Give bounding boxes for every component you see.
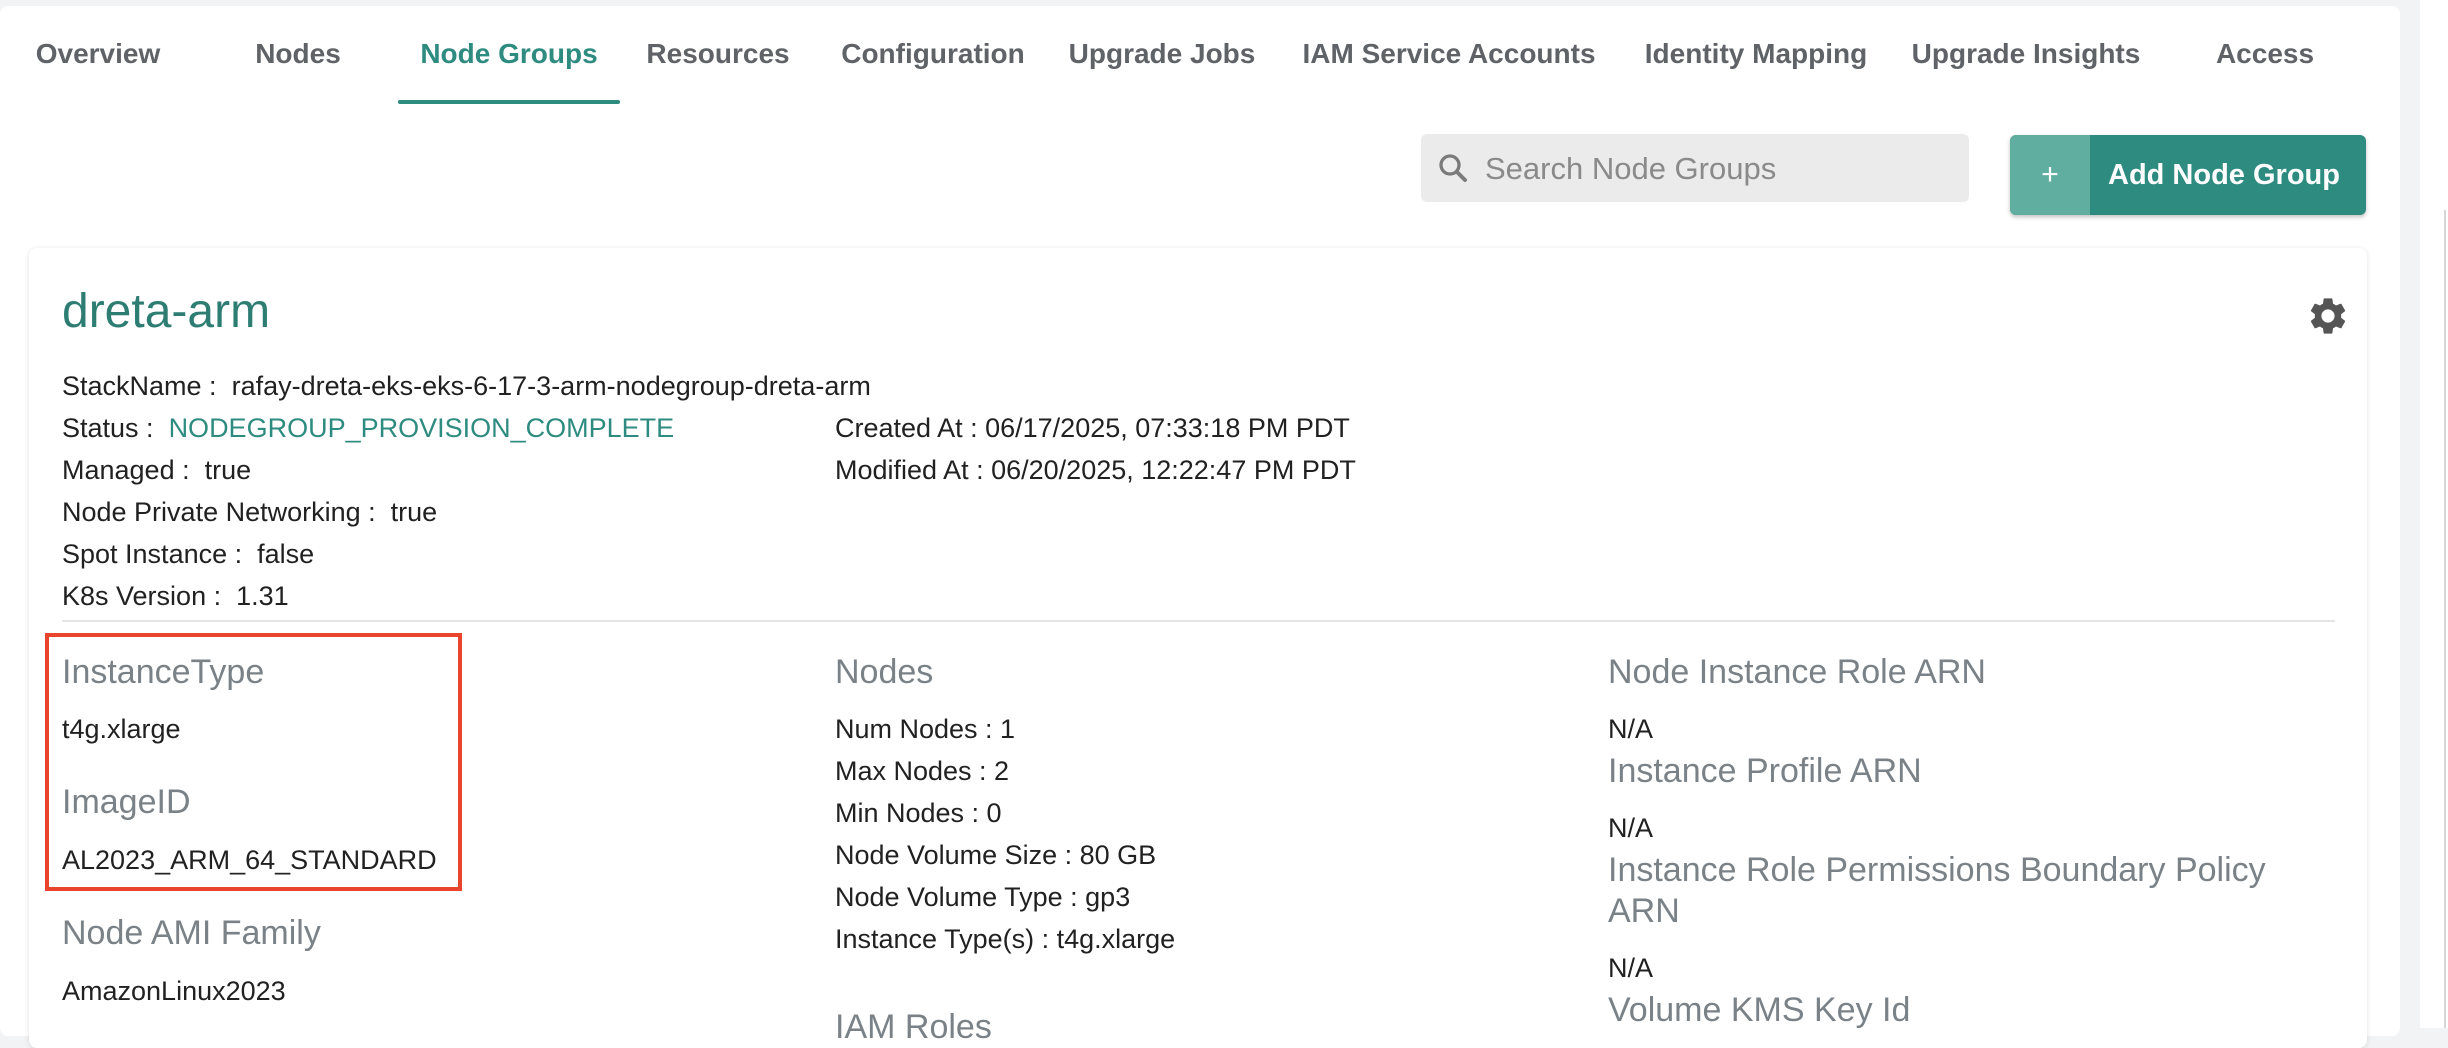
max-nodes: Max Nodes : 2 xyxy=(835,756,1010,786)
private-networking-label: Node Private Networking : xyxy=(62,497,376,527)
node-volume-size: Node Volume Size : 80 GB xyxy=(835,840,1157,870)
image-id-heading: ImageID xyxy=(62,783,191,821)
add-node-group-button[interactable]: + Add Node Group xyxy=(2010,135,2366,215)
search-box[interactable] xyxy=(1421,134,1969,204)
tab-node-groups[interactable]: Node Groups xyxy=(398,6,620,104)
spot-instance-value: false xyxy=(257,539,315,569)
tab-identity-mapping[interactable]: Identity Mapping xyxy=(1638,6,1874,102)
node-instance-role-arn-value: N/A xyxy=(1608,714,1654,744)
spot-instance-row: Spot Instance : false xyxy=(62,539,314,570)
scrollbar-track[interactable] xyxy=(2420,0,2448,1028)
permissions-boundary-value: N/A xyxy=(1608,953,1654,983)
gear-icon[interactable] xyxy=(2306,294,2350,338)
tab-iam-service-accounts[interactable]: IAM Service Accounts xyxy=(1298,6,1600,102)
tab-overview[interactable]: Overview xyxy=(20,6,176,102)
volume-kms-key-heading: Volume KMS Key Id xyxy=(1608,991,1911,1029)
add-node-group-label: Add Node Group xyxy=(2108,159,2340,191)
modified-at-value: 06/20/2025, 12:22:47 PM PDT xyxy=(991,455,1356,485)
permissions-boundary-heading-line2: ARN xyxy=(1608,892,1680,930)
node-volume-type: Node Volume Type : gp3 xyxy=(835,882,1131,912)
image-id-value: AL2023_ARM_64_STANDARD xyxy=(62,845,437,875)
k8s-version-row: K8s Version : 1.31 xyxy=(62,581,289,612)
tab-resources[interactable]: Resources xyxy=(640,6,796,102)
tab-upgrade-jobs[interactable]: Upgrade Jobs xyxy=(1064,6,1260,102)
stack-name-row: StackName : rafay-dreta-eks-eks-6-17-3-a… xyxy=(62,371,871,402)
spot-instance-label: Spot Instance : xyxy=(62,539,243,569)
search-icon xyxy=(1439,154,1467,182)
plus-icon: + xyxy=(2010,135,2090,215)
private-networking-row: Node Private Networking : true xyxy=(62,497,437,528)
created-at-value: 06/17/2025, 07:33:18 PM PDT xyxy=(985,413,1350,443)
nodegroup-name[interactable]: dreta-arm xyxy=(62,284,270,339)
permissions-boundary-heading-line1: Instance Role Permissions Boundary Polic… xyxy=(1608,851,2266,889)
status-value: NODEGROUP_PROVISION_COMPLETE xyxy=(168,413,675,443)
modified-at-row: Modified At : 06/20/2025, 12:22:47 PM PD… xyxy=(835,455,1356,486)
k8s-version-value: 1.31 xyxy=(236,581,289,611)
num-nodes: Num Nodes : 1 xyxy=(835,714,1016,744)
managed-label: Managed : xyxy=(62,455,190,485)
tab-configuration[interactable]: Configuration xyxy=(836,6,1030,102)
tab-nodes[interactable]: Nodes xyxy=(236,6,360,102)
managed-value: true xyxy=(204,455,252,485)
instance-types: Instance Type(s) : t4g.xlarge xyxy=(835,924,1176,954)
modified-at-label: Modified At : xyxy=(835,455,984,485)
tab-access[interactable]: Access xyxy=(2200,6,2330,102)
stack-name-value: rafay-dreta-eks-eks-6-17-3-arm-nodegroup… xyxy=(231,371,871,401)
instance-profile-arn-heading: Instance Profile ARN xyxy=(1608,752,1922,790)
tab-upgrade-insights[interactable]: Upgrade Insights xyxy=(1908,6,2144,102)
created-at-row: Created At : 06/17/2025, 07:33:18 PM PDT xyxy=(835,413,1350,444)
ami-family-heading: Node AMI Family xyxy=(62,914,321,952)
instance-type-value: t4g.xlarge xyxy=(62,714,181,744)
section-divider xyxy=(62,620,2335,622)
search-input[interactable] xyxy=(1483,134,1957,204)
status-row: Status : NODEGROUP_PROVISION_COMPLETE xyxy=(62,413,674,444)
managed-row: Managed : true xyxy=(62,455,251,486)
private-networking-value: true xyxy=(390,497,438,527)
ami-family-value: AmazonLinux2023 xyxy=(62,976,286,1006)
min-nodes: Min Nodes : 0 xyxy=(835,798,1002,828)
instance-type-heading: InstanceType xyxy=(62,653,265,691)
instance-profile-arn-value: N/A xyxy=(1608,813,1654,843)
scrollbar-line xyxy=(2444,210,2446,1028)
k8s-version-label: K8s Version : xyxy=(62,581,222,611)
nodes-heading: Nodes xyxy=(835,653,934,691)
status-label: Status : xyxy=(62,413,154,443)
node-instance-role-arn-heading: Node Instance Role ARN xyxy=(1608,653,1986,691)
tab-bar: Overview Nodes Node Groups Resources Con… xyxy=(0,6,2400,104)
stack-name-label: StackName : xyxy=(62,371,217,401)
created-at-label: Created At : xyxy=(835,413,978,443)
